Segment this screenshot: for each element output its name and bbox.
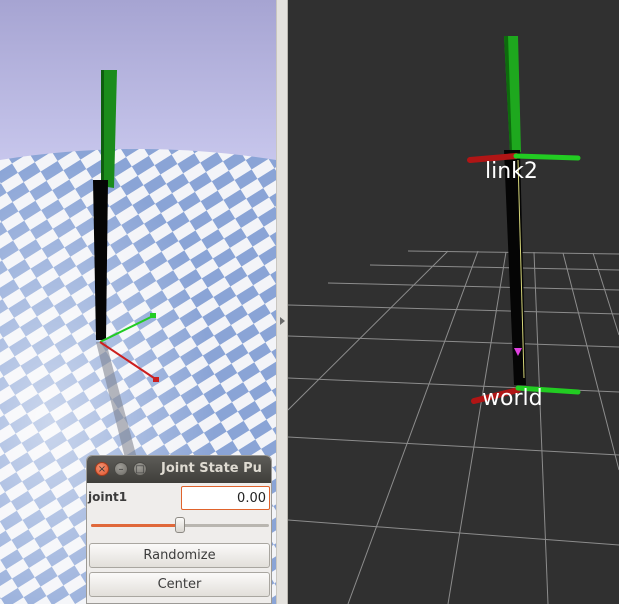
window-titlebar[interactable]: × – □ Joint State Pu bbox=[87, 456, 271, 483]
joint-slider[interactable] bbox=[91, 517, 269, 533]
center-button[interactable]: Center bbox=[89, 572, 270, 597]
joint-name-label: joint1 bbox=[88, 490, 128, 504]
slider-handle[interactable] bbox=[175, 517, 185, 533]
rviz-scene: link2 world bbox=[288, 0, 619, 604]
window-title: Joint State Pu bbox=[161, 461, 262, 476]
maximize-icon[interactable]: □ bbox=[133, 462, 147, 476]
sky bbox=[0, 0, 276, 160]
panel-splitter[interactable] bbox=[276, 0, 288, 604]
close-icon[interactable]: × bbox=[95, 462, 109, 476]
rviz-3d-view[interactable]: link2 world bbox=[288, 0, 619, 604]
splitter-arrow-icon bbox=[280, 317, 285, 325]
frame-label-world: world bbox=[482, 386, 543, 411]
joint-state-publisher-window: × – □ Joint State Pu joint1 Randomize Ce… bbox=[86, 455, 272, 604]
randomize-button[interactable]: Randomize bbox=[89, 543, 270, 568]
link2-y-axis bbox=[513, 153, 581, 161]
frame-label-link2: link2 bbox=[485, 159, 538, 184]
joint-value-input[interactable] bbox=[181, 486, 270, 510]
slider-fill bbox=[91, 524, 180, 527]
minimize-icon[interactable]: – bbox=[114, 462, 128, 476]
